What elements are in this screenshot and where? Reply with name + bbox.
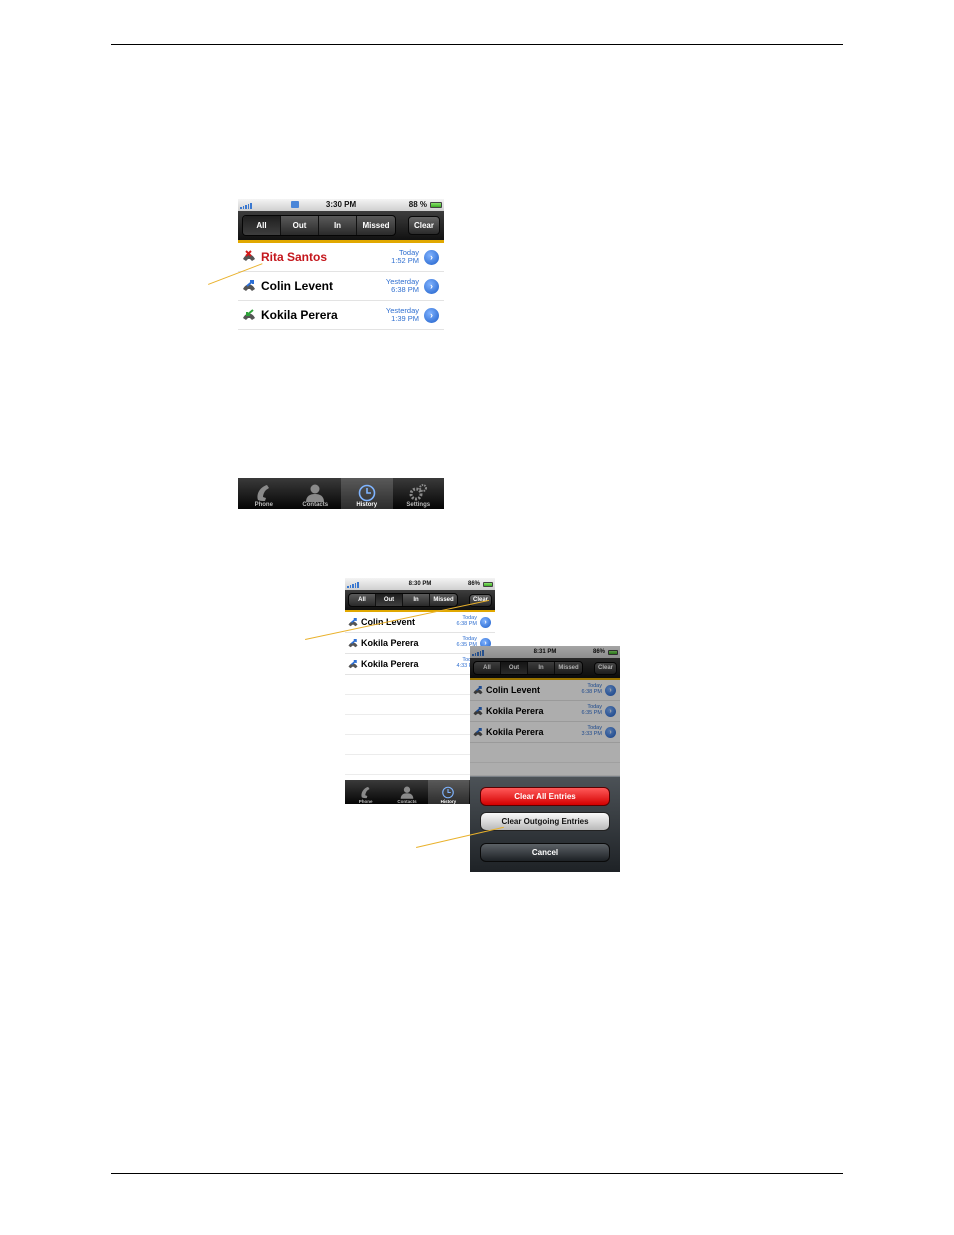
- history-screen-all: 3:30 PM 88 % All Out In Missed Clear Rit…: [238, 199, 444, 509]
- dim-overlay: [470, 646, 620, 776]
- footer-rule: [111, 1173, 843, 1174]
- detail-disclosure-button[interactable]: ›: [424, 249, 439, 265]
- clear-action-sheet: Clear All Entries Clear Outgoing Entries…: [470, 776, 620, 872]
- call-filter-segmented-control: All Out In Missed: [242, 215, 396, 236]
- contact-name: Kokila Perera: [261, 308, 338, 322]
- call-timestamp: Yesterday 6:38 PM: [385, 277, 419, 294]
- tab-all[interactable]: All: [349, 594, 376, 606]
- battery-icon: [483, 581, 493, 587]
- tabbar-item-history[interactable]: History: [341, 478, 393, 509]
- filter-toolbar: All Out In Missed Clear: [238, 211, 444, 240]
- contact-name: Rita Santos: [261, 250, 328, 264]
- tabbar-item-phone[interactable]: Phone: [345, 780, 386, 804]
- tab-bar: Phone Contacts History Settings: [238, 478, 444, 509]
- tabbar-item-contacts[interactable]: Contacts: [290, 478, 342, 509]
- tabbar-label: Contacts: [302, 502, 329, 508]
- contacts-icon: [400, 786, 414, 799]
- tabbar-label: Phone: [358, 799, 373, 804]
- call-timestamp: Today 6:38 PM: [456, 615, 477, 627]
- battery-percent: 86%: [467, 581, 480, 587]
- call-row[interactable]: Colin Levent Yesterday 6:38 PM ›: [238, 272, 444, 301]
- incoming-call-icon: [241, 307, 257, 323]
- tabbar-item-phone[interactable]: Phone: [238, 478, 290, 509]
- call-row[interactable]: Rita Santos Today 1:52 PM ›: [238, 243, 444, 272]
- tab-missed[interactable]: Missed: [430, 594, 457, 606]
- call-timestamp: Today 1:52 PM: [391, 248, 419, 265]
- clear-button[interactable]: Clear: [408, 216, 440, 235]
- status-bar: 8:30 PM 86%: [345, 578, 495, 590]
- detail-disclosure-button[interactable]: ›: [424, 278, 439, 294]
- tabbar-label: History: [356, 502, 378, 508]
- outgoing-call-icon: [241, 278, 257, 294]
- tab-all[interactable]: All: [243, 216, 281, 235]
- clock-icon: [442, 786, 455, 799]
- tab-missed[interactable]: Missed: [357, 216, 395, 234]
- tab-in[interactable]: In: [403, 594, 430, 606]
- outgoing-call-icon: [347, 616, 359, 628]
- tabbar-item-settings[interactable]: Settings: [393, 478, 445, 509]
- battery-icon: [430, 202, 442, 208]
- clear-all-entries-button[interactable]: Clear All Entries: [480, 787, 610, 806]
- outgoing-call-icon: [347, 637, 359, 649]
- tab-out[interactable]: Out: [376, 594, 403, 606]
- detail-disclosure-button[interactable]: ›: [480, 616, 491, 628]
- outgoing-call-icon: [347, 658, 359, 670]
- gear-icon: [409, 484, 428, 501]
- clock-icon: [358, 484, 376, 502]
- contacts-icon: [306, 484, 325, 502]
- contact-name: Kokila Perera: [361, 638, 419, 648]
- call-timestamp: Yesterday 1:39 PM: [385, 306, 419, 323]
- tabbar-label: Phone: [254, 502, 273, 508]
- tabbar-label: History: [440, 799, 457, 804]
- battery-percent: 88 %: [408, 200, 427, 209]
- call-filter-segmented-control: All Out In Missed: [348, 593, 458, 607]
- status-bar: 3:30 PM 88 %: [238, 199, 444, 211]
- tabbar-label: Settings: [406, 502, 431, 508]
- tabbar-label: Contacts: [397, 799, 417, 804]
- tabbar-item-history[interactable]: History: [427, 780, 469, 804]
- tabbar-item-contacts[interactable]: Contacts: [386, 780, 427, 804]
- history-screen-clear-sheet: 8:31 PM 86% All Out In Missed Clear Coli…: [470, 646, 620, 872]
- contact-name: Kokila Perera: [361, 659, 419, 669]
- tab-in[interactable]: In: [319, 216, 357, 235]
- detail-disclosure-button[interactable]: ›: [424, 307, 439, 323]
- filter-toolbar: All Out In Missed Clear: [345, 590, 495, 610]
- phone-icon: [361, 786, 370, 799]
- missed-call-icon: [241, 249, 257, 265]
- phone-icon: [257, 485, 269, 501]
- contact-name: Colin Levent: [261, 279, 334, 293]
- header-rule: [111, 44, 843, 45]
- call-row[interactable]: Kokila Perera Yesterday 1:39 PM ›: [238, 301, 444, 330]
- tab-out[interactable]: Out: [281, 216, 319, 235]
- cancel-button[interactable]: Cancel: [480, 843, 610, 862]
